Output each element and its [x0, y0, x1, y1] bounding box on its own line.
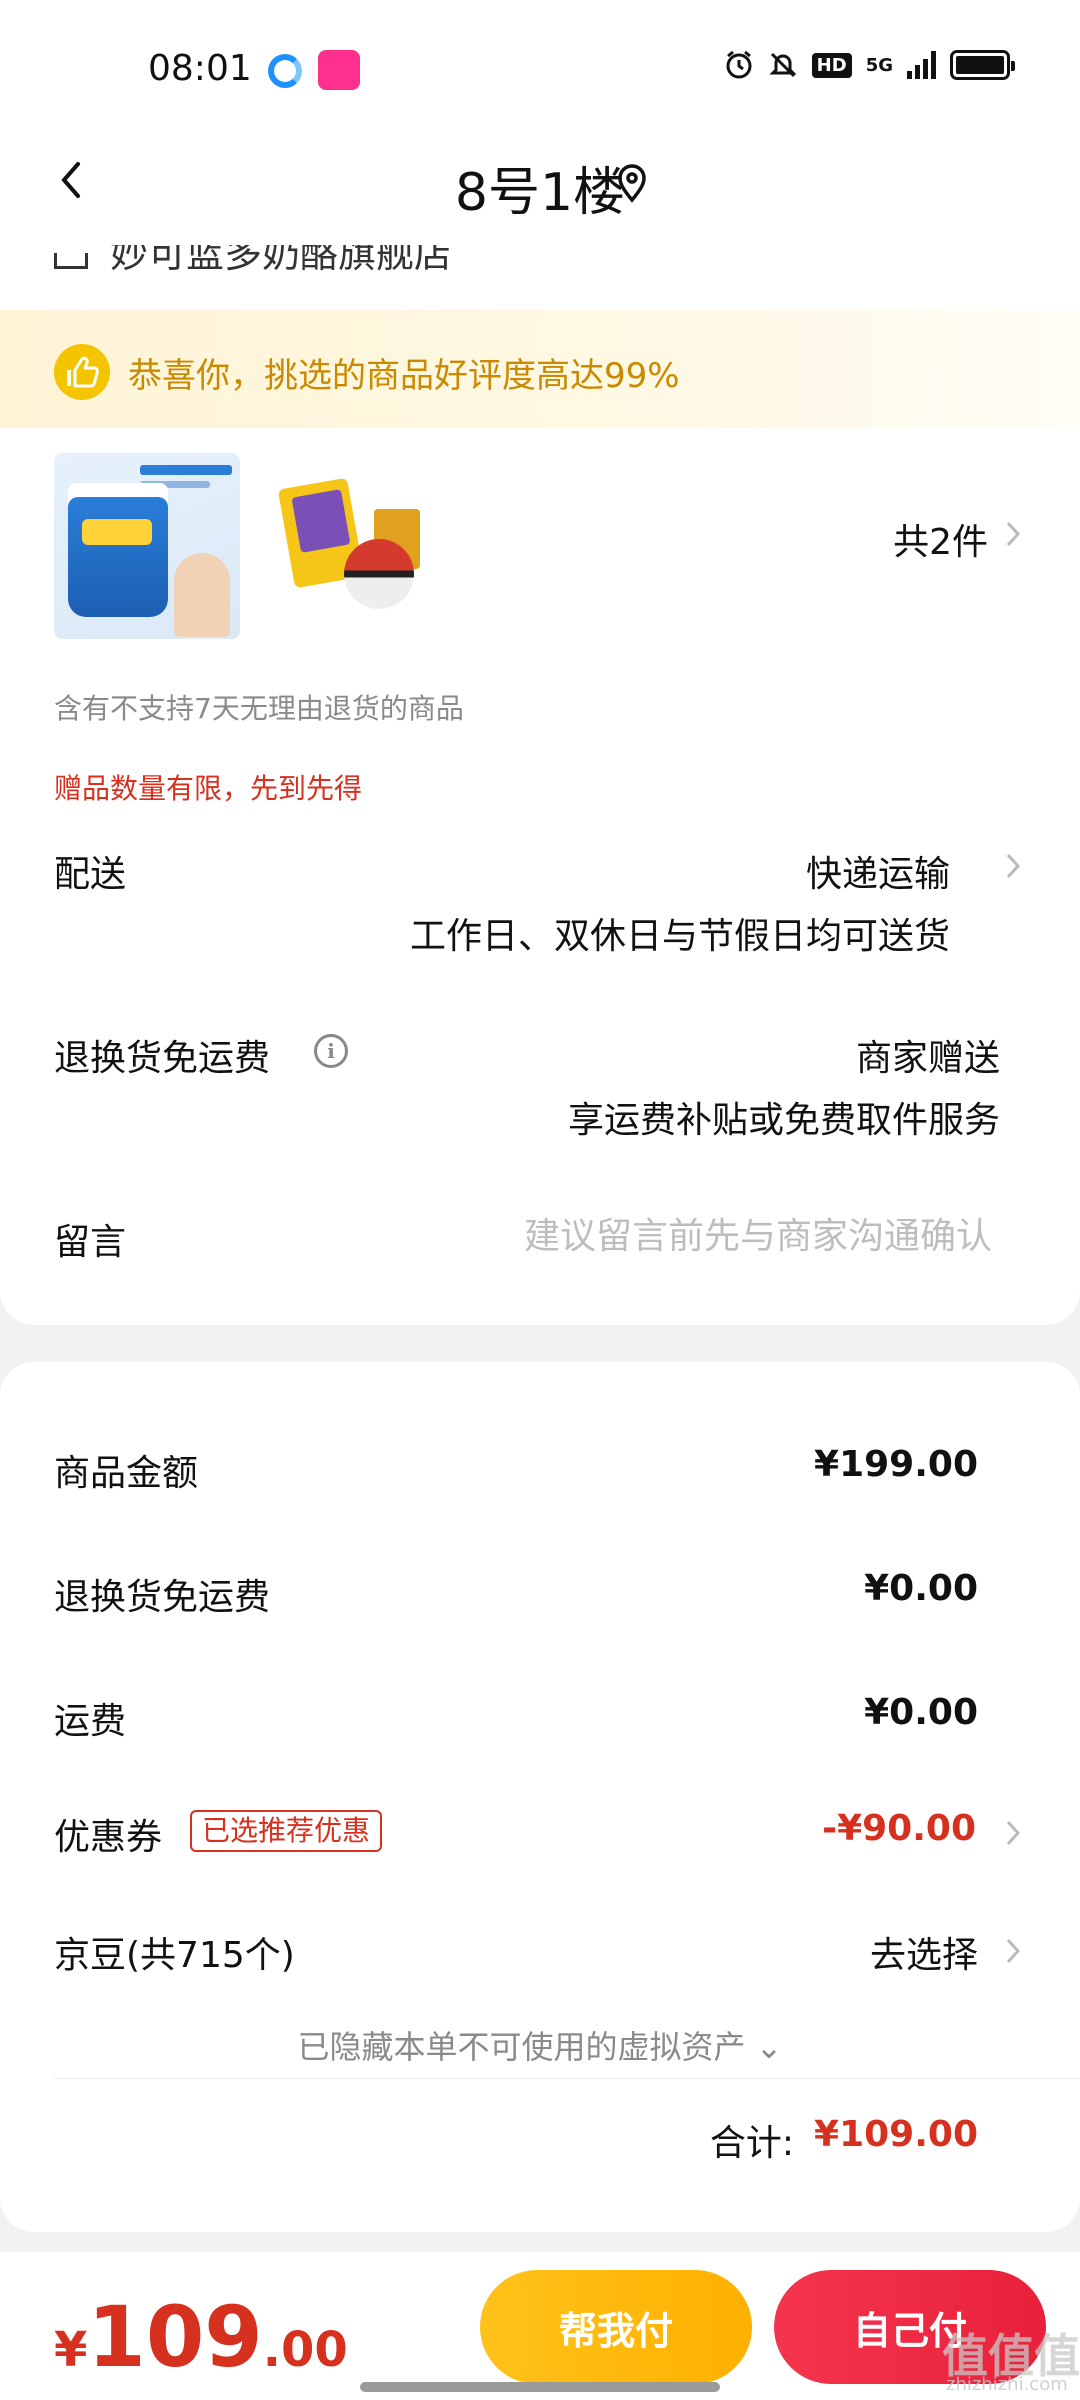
shipping-method[interactable]: 快递运输 — [806, 845, 950, 897]
return-fee-label: 退换货免运费 — [54, 1577, 271, 1618]
signal-icon — [907, 51, 936, 79]
page-header: 8号1楼 — [0, 120, 1080, 245]
mute-bell-icon — [769, 52, 797, 78]
goods-amount-row: 商品金额 ¥199.00 — [54, 1444, 1026, 1504]
coupon-value: -¥90.00 — [822, 1808, 976, 1849]
browser-icon — [268, 54, 302, 88]
pay-amount: ¥109.00 — [54, 2288, 348, 2386]
coupon-label: 优惠券 — [54, 1817, 163, 1858]
status-indicators: HD 5G — [724, 50, 1015, 80]
freight-label: 运费 — [54, 1701, 127, 1742]
chevron-right-icon — [1006, 1938, 1021, 1964]
goods-amount-label: 商品金额 — [54, 1453, 199, 1494]
home-indicator[interactable] — [360, 2382, 720, 2392]
shipping-schedule: 工作日、双休日与节假日均可送货 — [409, 916, 950, 957]
goods-amount-value: ¥199.00 — [814, 1444, 978, 1485]
total-label: 合计: — [709, 2123, 794, 2164]
return-shipping-value: 商家赠送 — [855, 1038, 1000, 1079]
hd-badge: HD — [811, 52, 852, 78]
vip-app-icon — [318, 50, 360, 90]
praise-banner: 恭喜你，挑选的商品好评度高达99% — [0, 310, 1080, 428]
shipping-label: 配送 — [54, 854, 127, 895]
coupon-tag: 已选推荐优惠 — [190, 1810, 383, 1852]
amount-integer: 109 — [87, 2288, 263, 2386]
return-shipping-label: 退换货免运费 — [54, 1038, 271, 1079]
return-shipping-benefit: 享运费补贴或免费取件服务 — [567, 1100, 1000, 1141]
price-summary-card: 商品金额 ¥199.00 退换货免运费 ¥0.00 运费 ¥0.00 优惠券 已… — [0, 1362, 1080, 2232]
item-count: 共2件 — [893, 522, 988, 563]
message-input[interactable] — [432, 1211, 992, 1261]
location-pin-icon[interactable] — [616, 164, 648, 204]
praise-text: 恭喜你，挑选的商品好评度高达99% — [128, 356, 680, 396]
total-value: ¥109.00 — [814, 2114, 978, 2155]
thumbs-up-icon — [54, 344, 110, 400]
freight-value: ¥0.00 — [864, 1692, 978, 1733]
product-list[interactable]: 共2件 — [0, 453, 1080, 643]
watermark-url: zhizhizhi.com — [946, 2374, 1068, 2395]
return-fee-value: ¥0.00 — [864, 1568, 978, 1609]
message-label: 留言 — [54, 1222, 127, 1263]
return-fee-row: 退换货免运费 ¥0.00 — [54, 1568, 1026, 1628]
address-title[interactable]: 8号1楼 — [0, 150, 1080, 225]
jingdou-select: 去选择 — [869, 1935, 978, 1976]
alarm-icon — [726, 50, 752, 79]
freight-row: 运费 ¥0.00 — [54, 1692, 1026, 1752]
status-bar: 08:01 HD 5G — [0, 0, 1080, 120]
chevron-right-icon — [1006, 521, 1021, 547]
hidden-assets-toggle[interactable]: 已隐藏本单不可使用的虚拟资产 ⌄ — [0, 2022, 1080, 2068]
order-items-card: 妙可蓝多奶酪旗舰店 恭喜你，挑选的商品好评度高达99% 共2件 含有不支持7天无… — [0, 245, 1080, 1325]
chevron-right-icon — [1006, 1820, 1021, 1846]
info-icon[interactable]: i — [314, 1034, 348, 1068]
jingdou-label: 京豆(共715个) — [54, 1935, 295, 1976]
network-type: 5G — [865, 54, 893, 76]
coupon-row[interactable]: 优惠券 已选推荐优惠 -¥90.00 — [54, 1808, 1026, 1868]
jingdou-row[interactable]: 京豆(共715个) 去选择 — [54, 1926, 1026, 1986]
divider — [54, 2078, 1080, 2079]
product-image-gift-cards[interactable] — [274, 479, 434, 629]
amount-decimal: .00 — [262, 2322, 348, 2378]
return-policy-note: 含有不支持7天无理由退货的商品 — [54, 692, 464, 725]
store-name[interactable]: 妙可蓝多奶酪旗舰店 — [54, 245, 452, 278]
chevron-right-icon[interactable] — [1004, 851, 1022, 881]
battery-icon — [950, 50, 1015, 80]
checkout-bar: ¥109.00 帮我付 自己付 — [0, 2252, 1080, 2400]
status-time: 08:01 — [148, 48, 252, 89]
gift-limit-note: 赠品数量有限，先到先得 — [54, 772, 363, 805]
product-image-cheese-stick[interactable] — [54, 453, 240, 639]
help-me-pay-button[interactable]: 帮我付 — [480, 2270, 752, 2384]
currency-symbol: ¥ — [54, 2322, 88, 2378]
